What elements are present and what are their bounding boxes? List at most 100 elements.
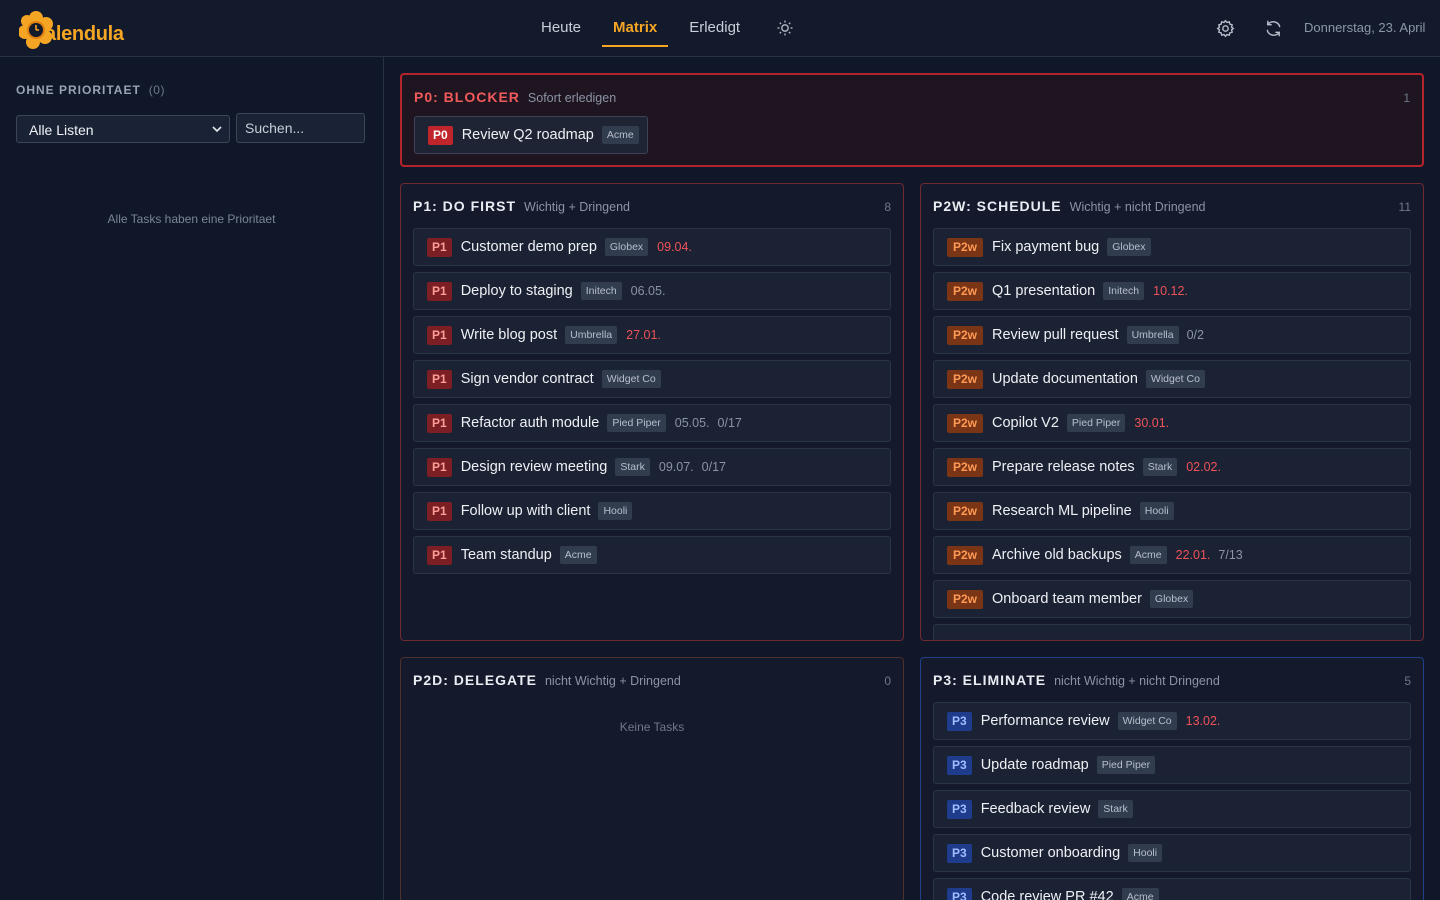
priority-badge: P1 <box>427 325 452 345</box>
task-title: Review pull request <box>992 327 1119 343</box>
list-tag: Pied Piper <box>1066 414 1126 432</box>
quadrant-count: 1 <box>1403 91 1410 105</box>
theme-toggle-sun-icon[interactable] <box>776 19 794 37</box>
priority-badge: P2w <box>947 369 984 389</box>
sidebar-empty-text: Alle Tasks haben eine Prioritaet <box>107 212 276 226</box>
quadrant-subtitle: Wichtig + nicht Dringend <box>1069 200 1206 214</box>
priority-badge: P2w <box>947 325 984 345</box>
list-tag: Hooli <box>1128 844 1163 862</box>
task-card[interactable]: P2w Archive old backups Acme 22.01. 7/13 <box>933 536 1411 574</box>
subtask-progress: 0/17 <box>717 416 742 430</box>
task-title: Update roadmap <box>980 757 1089 773</box>
task-list: P0 Review Q2 roadmap Acme <box>414 116 648 160</box>
quadrant-header: P1: DO FIRST Wichtig + Dringend 8 <box>413 198 891 218</box>
priority-badge: P1 <box>427 545 452 565</box>
list-tag: Acme <box>1121 888 1159 900</box>
priority-badge: P1 <box>427 237 452 257</box>
tab-matrix[interactable]: Matrix <box>602 0 669 57</box>
task-card[interactable]: P2w Copilot V2 Pied Piper 30.01. <box>933 404 1411 442</box>
quadrant-title: P0: BLOCKER <box>414 89 520 105</box>
quadrant-header: P0: BLOCKER Sofort erledigen 1 <box>414 89 1410 109</box>
quadrant-empty-text: Keine Tasks <box>619 720 685 734</box>
task-card[interactable]: P0 Review Q2 roadmap Acme <box>414 116 648 154</box>
list-tag: Hooli <box>598 502 633 520</box>
task-card[interactable]: P3 Code review PR #42 Acme <box>933 878 1411 900</box>
task-card[interactable]: P2w Fix payment bug Globex <box>933 228 1411 266</box>
task-title: Onboard team member <box>992 591 1142 607</box>
task-card[interactable] <box>933 624 1411 640</box>
priority-badge: P1 <box>427 369 452 389</box>
task-card[interactable]: P2w Onboard team member Globex <box>933 580 1411 618</box>
task-card[interactable]: P1 Follow up with client Hooli <box>413 492 891 530</box>
list-filter-value: Alle Listen <box>29 122 94 138</box>
quadrant-title: P1: DO FIRST <box>413 198 517 214</box>
list-tag: Initech <box>1103 282 1145 300</box>
quadrant-subtitle: Wichtig + Dringend <box>524 200 630 214</box>
list-tag: Stark <box>1098 800 1133 818</box>
sidebar-no-priority: OHNE PRIORITAET (0) Alle Listen Alle Task… <box>0 57 384 900</box>
task-card[interactable]: P2w Update documentation Widget Co <box>933 360 1411 398</box>
due-date: 30.01. <box>1134 416 1170 430</box>
task-card[interactable]: P2w Q1 presentation Initech 10.12. <box>933 272 1411 310</box>
task-title: Refactor auth module <box>460 415 600 431</box>
tab-heute[interactable]: Heute <box>530 0 592 57</box>
priority-badge: P3 <box>947 755 972 775</box>
due-date: 27.01. <box>626 328 661 342</box>
quadrant-subtitle: nicht Wichtig + Dringend <box>544 674 681 688</box>
list-tag: Widget Co <box>601 370 661 388</box>
app-logo[interactable]: alendula <box>19 10 124 50</box>
priority-badge: P3 <box>947 843 972 863</box>
task-card[interactable]: P3 Performance review Widget Co 13.02. <box>933 702 1411 740</box>
task-card[interactable]: P1 Deploy to staging Initech 06.05. <box>413 272 891 310</box>
list-tag: Acme <box>601 126 639 144</box>
task-card[interactable]: P1 Customer demo prep Globex 09.04. <box>413 228 891 266</box>
quadrant-title: P3: ELIMINATE <box>933 672 1047 688</box>
task-card[interactable]: P1 Refactor auth module Pied Piper 05.05. 0/… <box>413 404 891 442</box>
sync-refresh-icon[interactable] <box>1264 19 1283 38</box>
priority-badge: P2w <box>947 457 984 477</box>
quadrant-count: 11 <box>1398 200 1411 214</box>
subtask-progress: 0/17 <box>701 460 726 474</box>
priority-badge: P1 <box>427 413 452 433</box>
search-input[interactable] <box>236 113 365 143</box>
task-card[interactable]: P2w Research ML pipeline Hooli <box>933 492 1411 530</box>
quadrant-title: P2W: SCHEDULE <box>933 198 1062 214</box>
subtask-progress: 7/13 <box>1218 548 1243 562</box>
task-card[interactable]: P2w Prepare release notes Stark 02.02. <box>933 448 1411 486</box>
task-title: Write blog post <box>460 327 558 343</box>
settings-gear-icon[interactable] <box>1216 19 1235 38</box>
sidebar-heading: OHNE PRIORITAET (0) <box>16 83 165 97</box>
priority-badge: P0 <box>428 125 453 145</box>
sidebar-heading-text: OHNE PRIORITAET <box>16 83 141 97</box>
quadrant-p2d-delegate: P2D: DELEGATE nicht Wichtig + Dringend 0… <box>400 657 904 900</box>
quadrant-subtitle: Sofort erledigen <box>527 91 617 105</box>
quadrant-title: P2D: DELEGATE <box>413 672 537 688</box>
due-date: 10.12. <box>1153 284 1188 298</box>
task-title: Feedback review <box>980 801 1091 817</box>
task-card[interactable]: P1 Team standup Acme <box>413 536 891 574</box>
quadrant-p2w-schedule: P2W: SCHEDULE Wichtig + nicht Dringend 1… <box>920 183 1424 641</box>
task-card[interactable]: P2w Review pull request Umbrella 0/2 <box>933 316 1411 354</box>
quadrant-count: 8 <box>884 200 891 214</box>
priority-badge: P2w <box>947 501 984 521</box>
list-tag: Globex <box>604 238 649 256</box>
current-date: Donnerstag, 23. April <box>1304 20 1426 35</box>
task-card[interactable]: P1 Write blog post Umbrella 27.01. <box>413 316 891 354</box>
priority-badge: P2w <box>947 281 984 301</box>
tab-erledigt[interactable]: Erledigt <box>678 0 751 57</box>
task-card[interactable]: P1 Sign vendor contract Widget Co <box>413 360 891 398</box>
task-card[interactable]: P3 Update roadmap Pied Piper <box>933 746 1411 784</box>
main-nav: Heute Matrix Erledigt <box>530 0 761 57</box>
task-card[interactable]: P3 Customer onboarding Hooli <box>933 834 1411 872</box>
quadrant-header: P2D: DELEGATE nicht Wichtig + Dringend 0 <box>413 672 891 692</box>
priority-badge: P2w <box>947 589 984 609</box>
list-filter-select[interactable]: Alle Listen <box>16 115 230 143</box>
task-title: Deploy to staging <box>460 283 573 299</box>
task-card[interactable]: P3 Feedback review Stark <box>933 790 1411 828</box>
task-title: Follow up with client <box>460 503 591 519</box>
priority-badge: P2w <box>947 545 984 565</box>
list-tag: Acme <box>559 546 597 564</box>
task-card[interactable]: P1 Design review meeting Stark 09.07. 0/17 <box>413 448 891 486</box>
task-title: Customer onboarding <box>980 845 1121 861</box>
due-date: 06.05. <box>630 284 666 298</box>
